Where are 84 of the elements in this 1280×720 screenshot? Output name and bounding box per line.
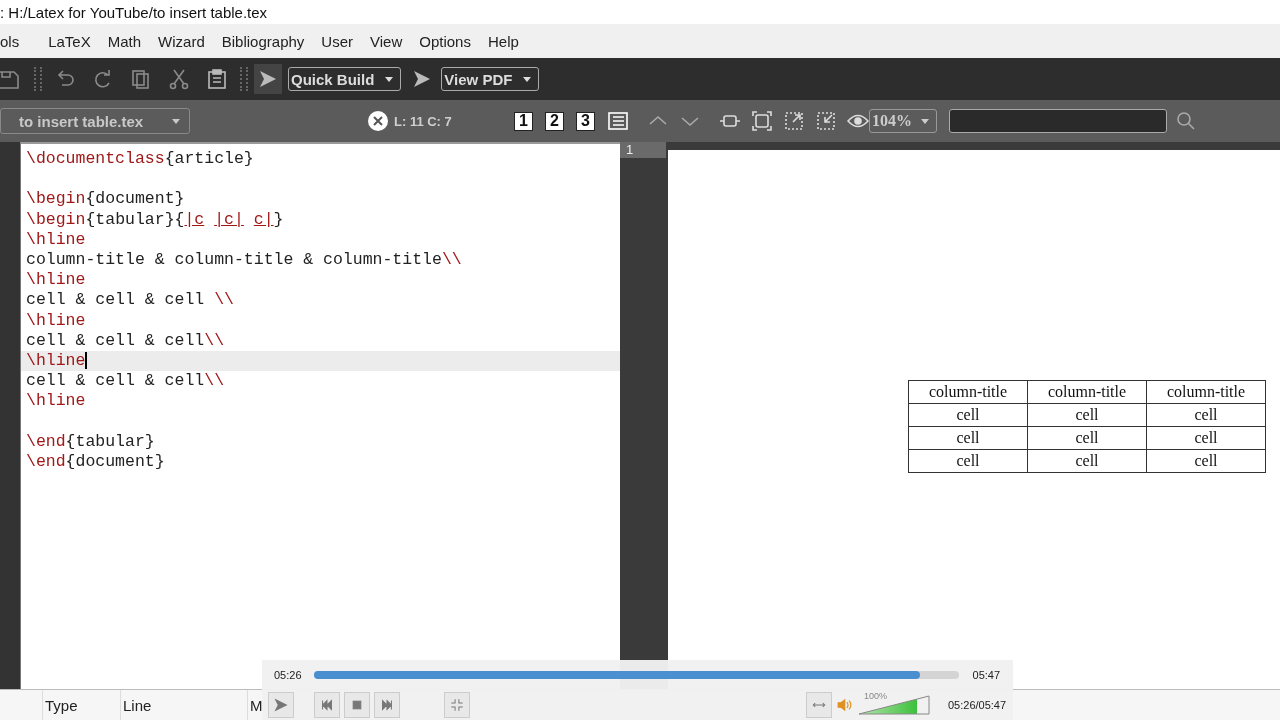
code-line: column-title & column-title & column-title\\ <box>26 249 462 269</box>
menu-item[interactable]: Math <box>99 32 151 50</box>
table-cell: cell <box>1075 452 1099 469</box>
save-icon[interactable] <box>0 68 22 90</box>
list-icon[interactable] <box>607 110 629 132</box>
zoom-dropdown[interactable]: 104% <box>869 109 937 133</box>
previous-icon <box>320 698 334 712</box>
code-line: \begin{tabular}{|c |c| c|} <box>26 209 284 229</box>
table-cell: cell <box>1075 429 1099 446</box>
table-header: column-title <box>928 383 1008 400</box>
bookmark-button[interactable]: 1 <box>514 111 533 131</box>
code-line: \hline <box>26 270 86 290</box>
page-number: 1 <box>620 142 666 158</box>
bookmark-button[interactable]: 2 <box>545 111 564 131</box>
toolbar-grip[interactable] <box>240 67 248 91</box>
table-cell: cell <box>956 406 980 423</box>
table-cell: cell <box>1194 452 1218 469</box>
close-icon[interactable] <box>368 111 388 131</box>
play-button[interactable] <box>268 692 294 718</box>
menu-item[interactable]: LaTeX <box>40 32 100 50</box>
speaker-icon[interactable] <box>836 697 852 713</box>
window-title: : H:/Latex for YouTube/to insert table.tex <box>0 3 268 21</box>
play-icon <box>272 696 290 714</box>
volume-label: 100% <box>864 691 888 701</box>
shrink-icon[interactable] <box>815 110 837 132</box>
caret-icon <box>171 117 181 125</box>
next-button[interactable] <box>374 692 400 718</box>
cursor-position: L: 11 C: 7 <box>394 113 453 129</box>
menu-item[interactable]: Bibliography <box>213 32 314 50</box>
code-line: cell & cell & cell\\ <box>26 330 225 350</box>
text-cursor <box>85 352 88 369</box>
stop-icon <box>350 698 364 712</box>
caret-icon <box>522 75 533 83</box>
volume-slider[interactable] <box>858 695 930 715</box>
fit-page-icon[interactable] <box>751 110 773 132</box>
column-header[interactable]: Line <box>123 696 152 714</box>
code-line: \begin{document} <box>26 189 185 209</box>
menu-item[interactable]: User <box>313 32 362 50</box>
code-line: cell & cell & cell\\ <box>26 371 225 391</box>
view-pdf-dropdown[interactable]: View PDF <box>441 67 540 91</box>
code-line: \end{tabular} <box>26 431 155 451</box>
caret-icon <box>384 75 395 83</box>
search-icon[interactable] <box>1175 110 1197 132</box>
menu-item[interactable]: Wizard <box>150 32 214 50</box>
previous-button[interactable] <box>314 692 340 718</box>
playback-time: 05:26/05:47 <box>948 699 1007 711</box>
elapsed-time: 05:26 <box>274 669 302 681</box>
table-cell: cell <box>1194 429 1218 446</box>
code-line: \hline <box>26 229 86 249</box>
seek-bar[interactable] <box>313 671 959 679</box>
menu-item[interactable]: Help <box>479 32 528 50</box>
caret-icon <box>920 117 930 125</box>
code-line: cell & cell & cell \\ <box>26 290 234 310</box>
cut-icon[interactable] <box>168 68 190 90</box>
column-header[interactable]: M <box>250 696 263 714</box>
table-cell: cell <box>956 429 980 446</box>
menu-item[interactable]: ols <box>0 32 29 50</box>
run-button[interactable] <box>254 64 282 94</box>
table-cell: cell <box>1075 406 1099 423</box>
copy-icon[interactable] <box>130 68 152 90</box>
code-line: \hline <box>26 310 86 330</box>
file-dropdown[interactable]: to insert table.tex <box>0 108 190 134</box>
collapse-icon <box>450 698 464 712</box>
code-line: \end{document} <box>26 451 165 471</box>
table-header: column-title <box>1047 383 1127 400</box>
clipboard-icon[interactable] <box>206 68 228 90</box>
stop-button[interactable] <box>344 692 370 718</box>
table-cell: cell <box>956 452 980 469</box>
menu-item[interactable]: View <box>362 32 412 50</box>
code-line: \hline <box>26 391 86 411</box>
bookmark-button[interactable]: 3 <box>576 111 595 131</box>
next-icon <box>380 698 394 712</box>
search-field[interactable] <box>949 109 1167 133</box>
expand-icon[interactable] <box>783 110 805 132</box>
code-line: \hline <box>26 350 86 370</box>
total-time: 05:47 <box>972 669 1001 681</box>
build-dropdown[interactable]: Quick Build <box>288 67 402 91</box>
fullscreen-button[interactable] <box>444 692 470 718</box>
code-line: \documentclass{article} <box>26 149 254 168</box>
toolbar-grip[interactable] <box>34 67 42 91</box>
column-header[interactable]: Type <box>45 696 78 714</box>
table-header: column-title <box>1166 383 1246 400</box>
menu-item[interactable]: Options <box>411 32 480 50</box>
table-cell: cell <box>1194 406 1218 423</box>
